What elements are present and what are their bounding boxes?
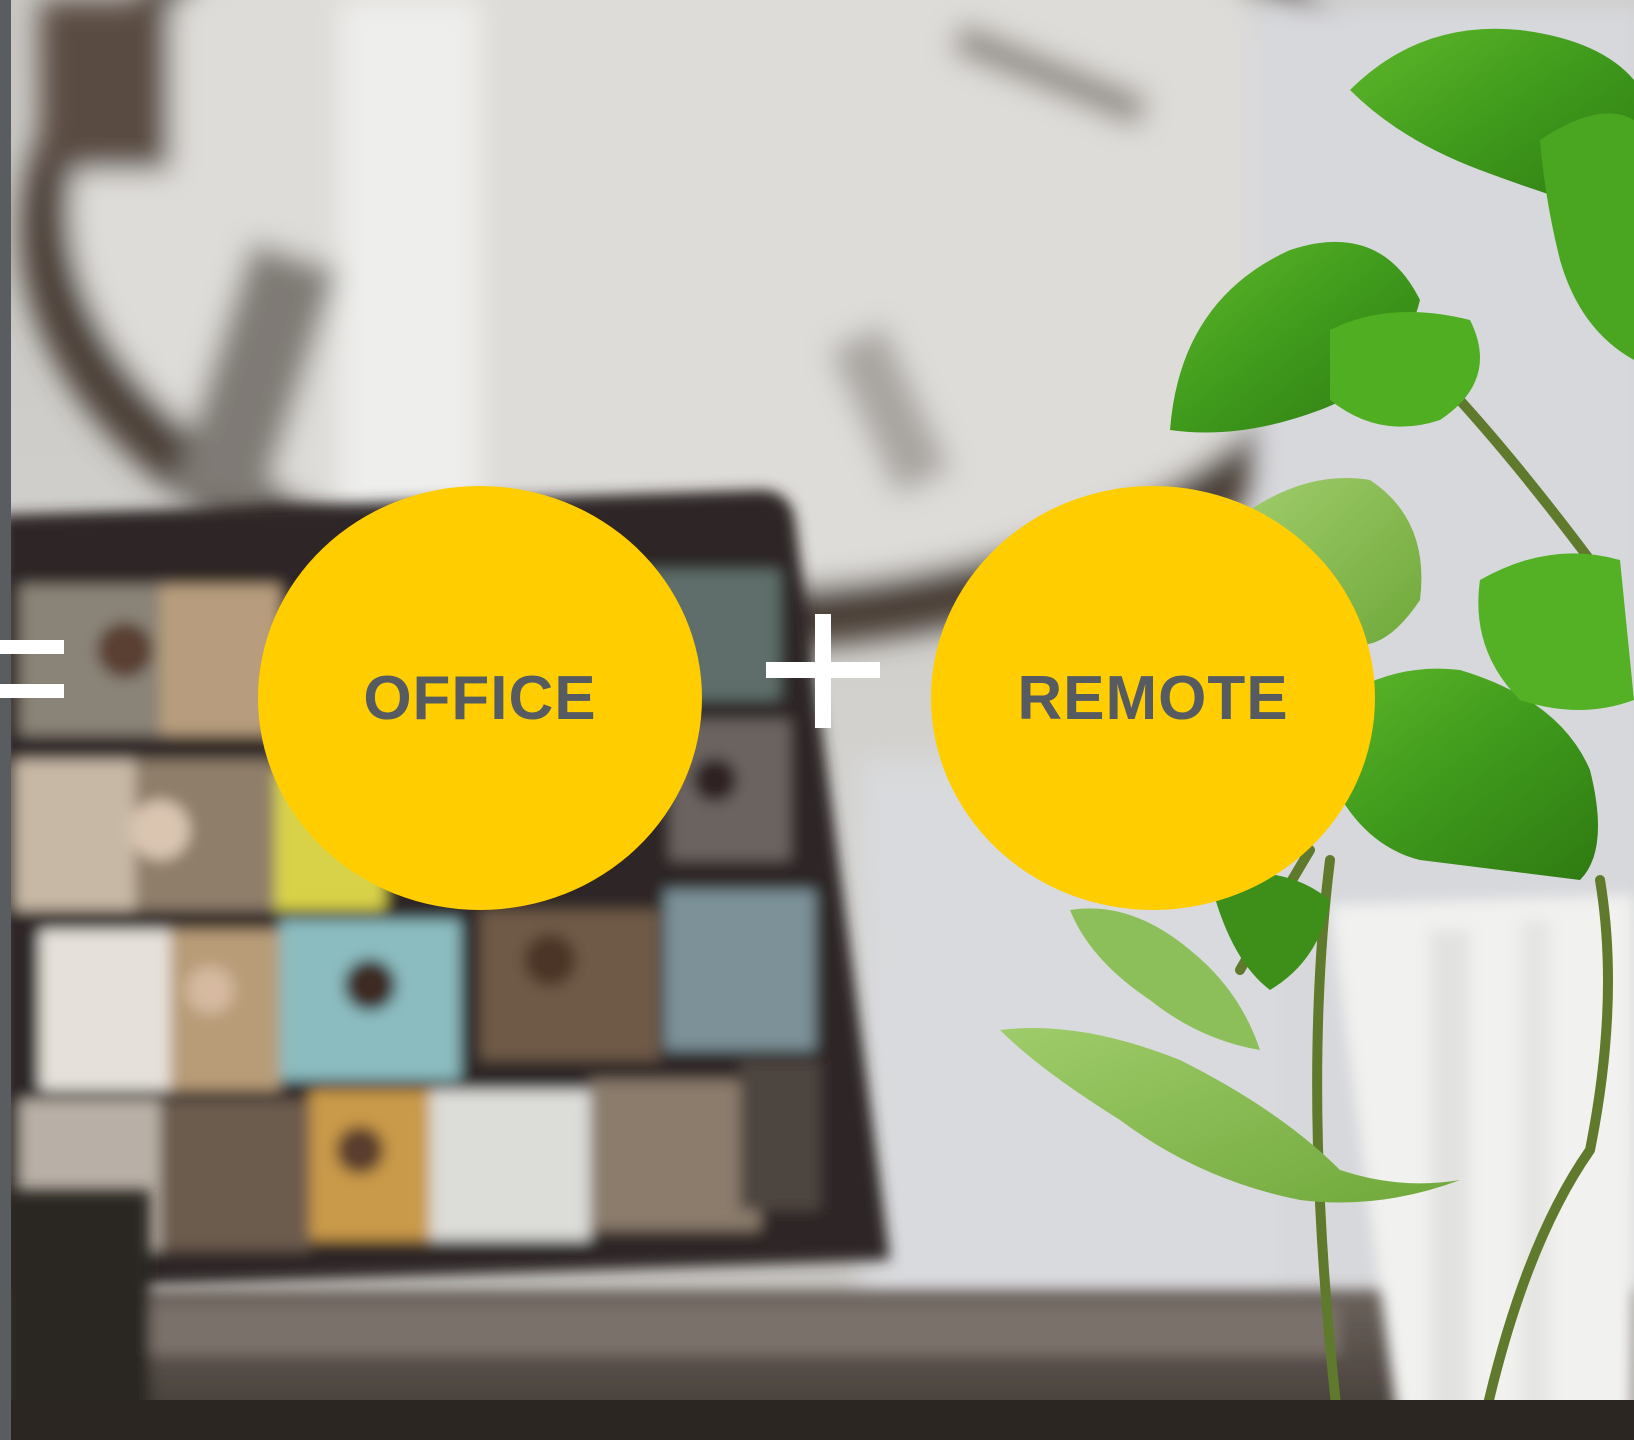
equals-bar-top bbox=[0, 640, 64, 654]
plus-icon bbox=[766, 614, 880, 728]
office-circle: OFFICE bbox=[258, 486, 702, 910]
remote-label: REMOTE bbox=[1017, 663, 1289, 733]
left-edge-panel bbox=[0, 0, 11, 1440]
remote-circle: REMOTE bbox=[931, 486, 1375, 910]
equals-bar-bottom bbox=[0, 684, 64, 698]
plus-bar-vertical bbox=[815, 614, 831, 728]
office-label: OFFICE bbox=[363, 663, 597, 733]
equals-icon bbox=[0, 640, 64, 698]
hero-scene: OFFICE REMOTE bbox=[0, 0, 1634, 1440]
